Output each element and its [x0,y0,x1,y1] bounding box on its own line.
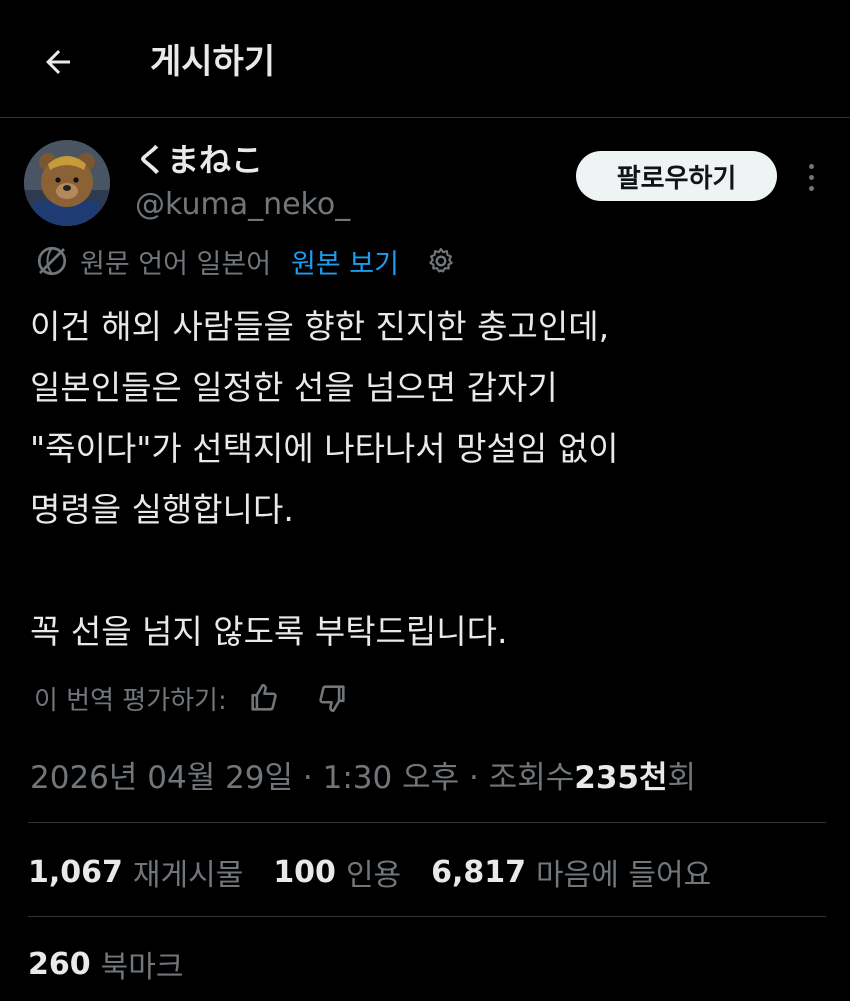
likes-count: 6,817 [431,854,527,890]
avatar[interactable] [24,140,110,226]
more-options-button[interactable] [794,156,828,198]
bookmarks-stat-row: 260 북마크 [28,940,213,988]
reposts-label: 재게시물 [132,858,244,893]
likes-stat[interactable]: 6,817 마음에 들어요 [431,850,711,894]
gear-icon[interactable] [425,245,457,277]
bookmarks-label: 북마크 [100,950,184,985]
top-bar: 게시하기 [0,0,850,118]
arrow-left-icon [46,50,70,74]
follow-button[interactable]: 팔로우하기 [576,151,777,201]
divider [28,916,826,917]
back-button[interactable] [32,36,84,88]
thumbs-down-icon[interactable] [315,681,349,715]
bear-avatar-image [24,140,110,226]
rate-translation-row: 이 번역 평가하기: [34,676,349,720]
tweet-meta: 2026년 04월 29일 · 1:30 오후 · 조회수 235천 회 [30,748,696,800]
more-vertical-icon-dot [808,185,814,191]
language-icon [37,246,67,276]
quotes-count: 100 [273,854,336,890]
show-original-link[interactable]: 원본 보기 [291,242,399,281]
reposts-count: 1,067 [28,854,123,890]
quotes-label: 인용 [345,858,402,893]
rate-translation-label: 이 번역 평가하기: [34,685,227,716]
views-count: 235천 [574,759,668,796]
likes-label: 마음에 들어요 [536,858,712,893]
engagement-stats: 1,067 재게시물 100 인용 6,817 마음에 들어요 [28,848,741,896]
bookmarks-stat[interactable]: 260 북마크 [28,942,183,986]
more-vertical-icon-dot [808,163,814,169]
more-vertical-icon-dot [808,174,814,180]
divider [28,822,826,823]
tweet-text: 이건 해외 사람들을 향한 진지한 충고인데, 일본인들은 일정한 선을 넘으면… [30,307,619,651]
translation-source-text: 원문 언어 일본어 [80,248,272,280]
timestamp[interactable]: 2026년 04월 29일 · 1:30 오후 · 조회수 [30,752,574,797]
translation-info: 원문 언어 일본어 원본 보기 [34,240,457,282]
reposts-stat[interactable]: 1,067 재게시물 [28,850,243,894]
quotes-stat[interactable]: 100 인용 [273,850,401,894]
bookmarks-count: 260 [28,946,91,982]
thumbs-up-icon[interactable] [247,681,281,715]
user-handle[interactable]: @kuma_neko_ [135,184,350,226]
display-name[interactable]: くまねこ [135,138,263,182]
page-title: 게시하기 [150,42,276,82]
views-suffix: 회 [667,759,697,796]
